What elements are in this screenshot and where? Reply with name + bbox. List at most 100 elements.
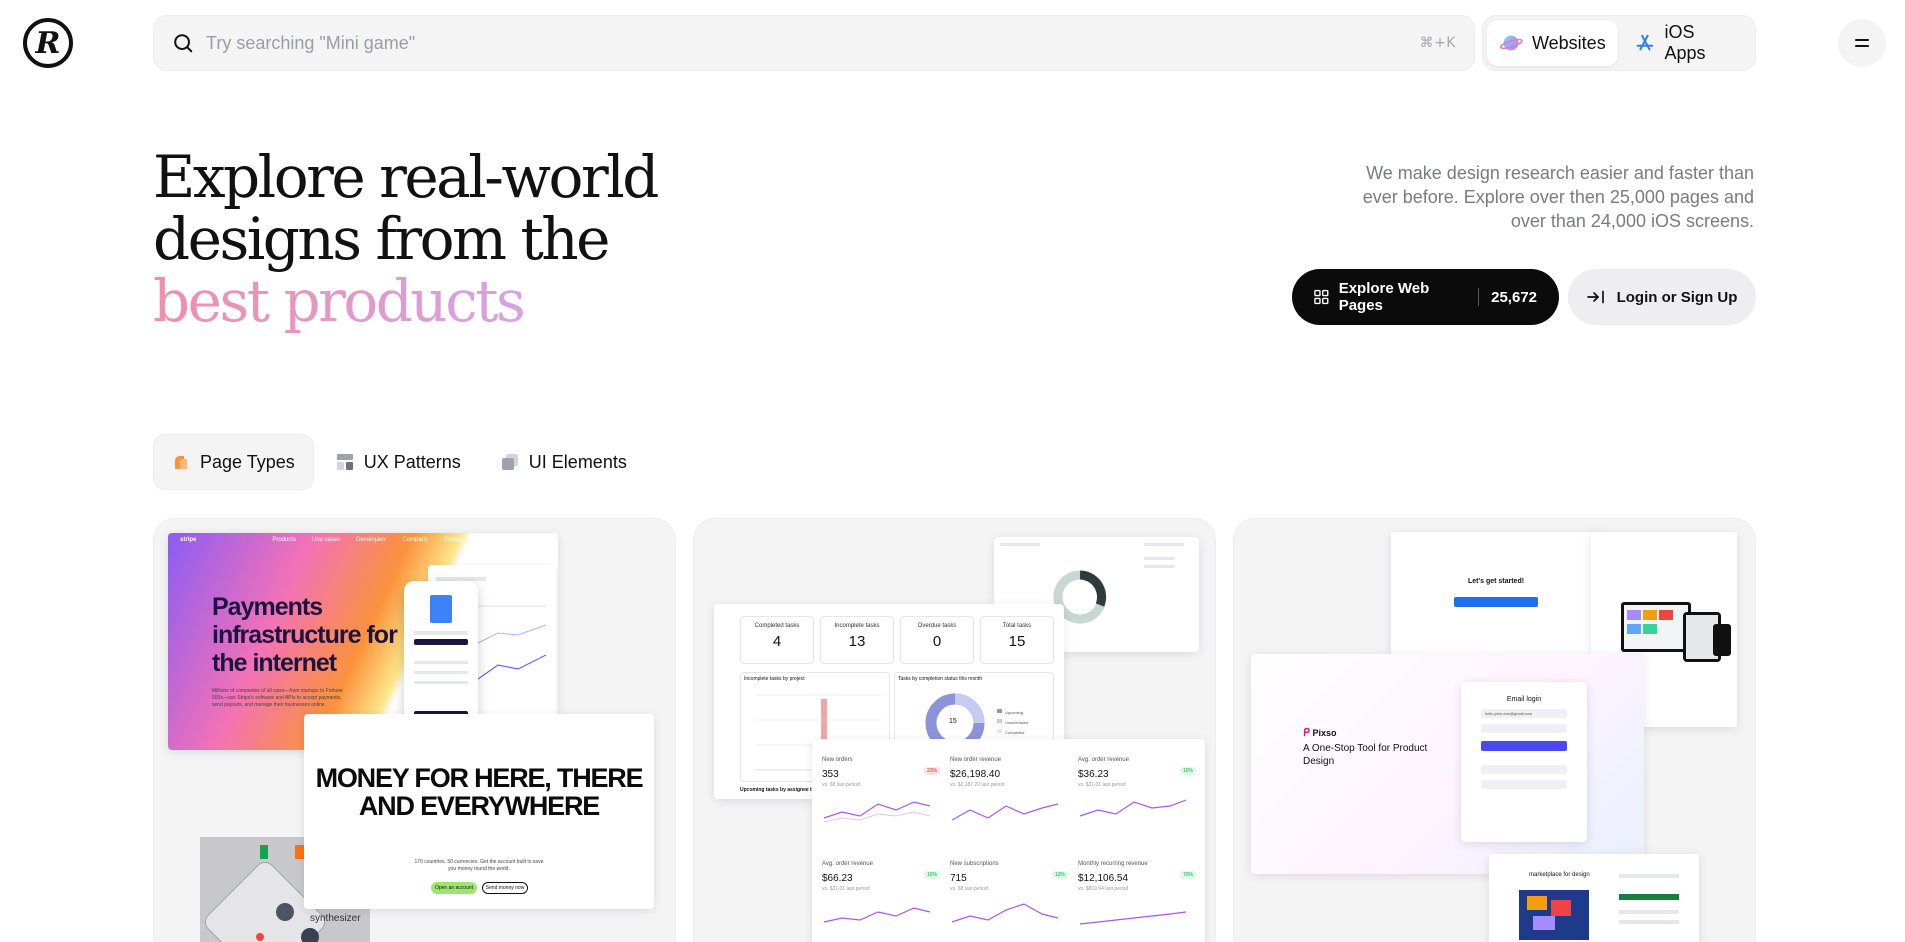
tab-page-types[interactable]: Page Types (153, 434, 314, 490)
pixso-tagline: A One-Stop Tool for Product Design (1303, 743, 1428, 767)
legend-item: Unscheduled (1005, 720, 1029, 725)
logo-glyph: R (35, 25, 61, 61)
login-notion-field (1481, 780, 1567, 789)
hero-title-highlight: best products (153, 267, 526, 335)
legend-item: Completed (1005, 730, 1025, 735)
hero-title: Explore real-world designs from the best… (153, 143, 659, 335)
tab-page-types-label: Page Types (200, 451, 295, 472)
metric-label: New orders (822, 757, 853, 763)
stat-value: 13 (848, 633, 866, 650)
metric-card: Avg. order revenue $36.23 16% vs. $31.01… (1078, 757, 1200, 857)
category-tabs: Page Types UX Patterns UI Elements (153, 434, 645, 490)
design-card-pixso[interactable]: Let's get started! ᑭ Pixso A One-Stop To… (1233, 518, 1756, 942)
hero-title-line-2: designs from the (153, 205, 610, 273)
stripe-nav-item: Products (272, 537, 297, 543)
metric-label: Avg. order revenue (1078, 757, 1129, 763)
platform-websites-button[interactable]: Websites (1487, 20, 1618, 66)
donut-center-value: 15 (949, 718, 957, 725)
stat-label: Completed tasks (754, 623, 800, 629)
craft-continue-bar (1454, 597, 1538, 607)
login-submit-bar (1481, 741, 1567, 751)
platform-ios-label: iOS Apps (1664, 22, 1706, 63)
metric-badge: 16% (1179, 767, 1196, 775)
stripe-nav-item: Pricing (444, 537, 463, 543)
metric-label: Monthly recurring revenue (1078, 861, 1148, 867)
metric-value: $26,198.40 (950, 769, 1001, 780)
stat-value: 15 (1008, 633, 1026, 650)
stripe-nav-item: Company (402, 537, 429, 543)
stripe-phone-mockup (404, 581, 478, 731)
metric-label: New subscriptions (950, 861, 999, 867)
metric-badge: 13% (1051, 871, 1068, 879)
tab-ux-patterns[interactable]: UX Patterns (318, 434, 479, 490)
explore-button-divider (1478, 288, 1480, 306)
metric-label: New order revenue (950, 757, 1002, 763)
revenue-metrics-screenshot: New orders 353 23% vs. 68 last period Ne… (812, 739, 1205, 942)
money-subtext: 170 countries. 50 currencies. Get the ac… (414, 859, 544, 872)
stat-completed: Completed tasks 4 (740, 616, 814, 664)
menu-button[interactable] (1838, 19, 1886, 67)
stripe-headline: Payments infrastructure for the internet (212, 593, 398, 677)
money-screenshot: MONEY FOR HERE, THERE AND EVERYWHERE 170… (304, 714, 654, 909)
stat-value: 0 (932, 633, 942, 650)
search-bar[interactable]: ⌘+K (153, 15, 1475, 71)
login-arrow-icon (1586, 290, 1604, 304)
search-shortcut: ⌘+K (1419, 35, 1456, 51)
money-send-button: Send money now (482, 882, 528, 894)
metric-label: Avg. order revenue (822, 861, 873, 867)
craft-title: Let's get started! (1467, 578, 1525, 585)
hero-description: We make design research easier and faste… (1362, 163, 1754, 231)
explore-button-count: 25,672 (1491, 288, 1538, 306)
stat-value: 4 (772, 633, 782, 650)
explore-web-pages-button[interactable]: Explore Web Pages 25,672 (1292, 269, 1559, 325)
login-title: Email login (1506, 696, 1542, 703)
login-email-field: hello.john.doe@gmail.com (1481, 709, 1567, 718)
stat-label: Total tasks (1002, 623, 1032, 629)
pixso-login-form: Email login hello.john.doe@gmail.com (1461, 682, 1587, 842)
platform-websites-label: Websites (1532, 32, 1606, 53)
search-icon (174, 34, 193, 53)
app-store-icon (1636, 34, 1653, 51)
explore-button-label: Explore Web Pages (1338, 280, 1430, 314)
design-card-dashboard[interactable]: Completed tasks 4 Incomplete tasks 13 Over… (693, 518, 1216, 942)
login-signup-button[interactable]: Login or Sign Up (1568, 269, 1756, 325)
login-password-field (1481, 724, 1567, 733)
stat-label: Overdue tasks (917, 623, 957, 629)
metric-badge: 16% (923, 871, 940, 879)
tab-ux-patterns-label: UX Patterns (363, 451, 461, 472)
grid-icon (1314, 289, 1329, 305)
stat-label: Incomplete tasks (834, 623, 880, 629)
metric-badge: 23% (923, 767, 940, 775)
marketplace-screenshot: marketplace for design (1489, 854, 1699, 942)
stat-incomplete: Incomplete tasks 13 (820, 616, 894, 664)
pixso-screenshot: ᑭ Pixso A One-Stop Tool for Product Desi… (1251, 654, 1644, 874)
stripe-subtext: Millions of companies of all sizes—from … (212, 688, 343, 708)
money-open-account-button: Open an account (431, 882, 477, 894)
tab-ui-elements[interactable]: UI Elements (483, 434, 645, 490)
hero-title-line-1: Explore real-world (153, 143, 659, 211)
marketplace-title: marketplace for design (1529, 872, 1590, 878)
stat-overdue: Overdue tasks 0 (900, 616, 974, 664)
legend-item: Upcoming (1005, 710, 1024, 715)
stripe-nav-item: Developers (356, 537, 387, 543)
hamburger-icon (1855, 39, 1869, 47)
synth-label: synthesizer (310, 913, 361, 924)
ui-elements-icon (501, 454, 518, 470)
platform-ios-button[interactable]: iOS Apps (1622, 20, 1751, 66)
metric-card: New subscriptions 715 13% vs. 68 last pe… (950, 861, 1072, 942)
money-headline: MONEY FOR HERE, THERE AND EVERYWHERE (315, 763, 644, 821)
logo[interactable]: R (23, 18, 73, 68)
stripe-logo: stripe (180, 537, 197, 543)
design-card-stripe[interactable]: stripe Products Use cases Developers Com… (153, 518, 676, 942)
chart-title: Incomplete tasks by project (744, 676, 805, 682)
tab-ui-elements-label: UI Elements (528, 451, 627, 472)
metric-card: New orders 353 23% vs. 68 last period (822, 757, 944, 857)
donut-legend: Upcoming Unscheduled Completed (1005, 708, 1028, 738)
stat-total: Total tasks 15 (980, 616, 1054, 664)
metric-card: New order revenue $26,198.40 vs. $2,187.… (950, 757, 1072, 857)
metric-card: Avg. order revenue $66.23 16% vs. $31.01… (822, 861, 944, 942)
search-input[interactable] (206, 32, 1420, 54)
planet-icon (1500, 35, 1523, 51)
pixso-brand: ᑭ Pixso (1303, 727, 1337, 739)
platform-switcher: Websites iOS Apps (1482, 15, 1756, 71)
